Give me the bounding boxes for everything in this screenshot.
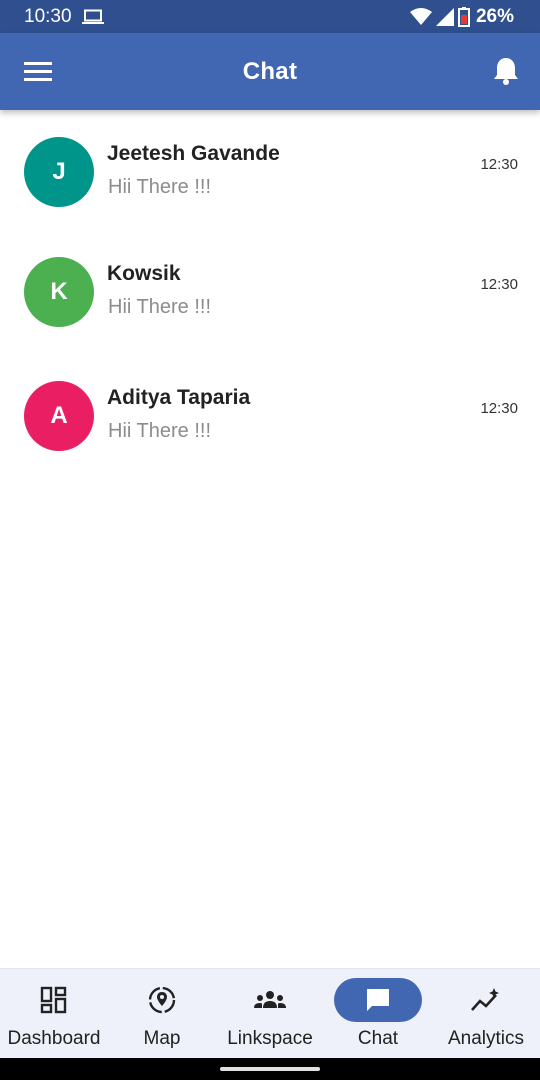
chat-name: Kowsik xyxy=(107,262,181,285)
avatar-initial: A xyxy=(50,402,68,429)
chat-time: 12:30 xyxy=(480,276,518,293)
nav-label: Dashboard xyxy=(7,1028,101,1049)
system-gesture-bar xyxy=(0,1058,540,1080)
page-title: Chat xyxy=(242,57,298,85)
signal-icon xyxy=(435,7,454,26)
bottom-navigation: Dashboard Map Linkspace Chat Analytics xyxy=(0,968,540,1058)
avatar: K xyxy=(24,257,94,327)
dashboard-icon xyxy=(40,986,67,1014)
nav-label: Linkspace xyxy=(227,1028,313,1049)
chat-name: Jeetesh Gavande xyxy=(107,142,280,165)
chat-time: 12:30 xyxy=(480,400,518,417)
chat-icon xyxy=(367,989,389,1011)
nav-analytics[interactable]: Analytics xyxy=(432,969,540,1059)
nav-icon-container xyxy=(118,978,206,1022)
nav-icon-container xyxy=(10,978,98,1022)
app-bar: Chat xyxy=(0,33,540,110)
menu-icon[interactable] xyxy=(24,59,52,85)
chat-preview: Hii There !!! xyxy=(108,420,211,442)
map-pin-icon xyxy=(148,986,176,1014)
nav-icon-container xyxy=(334,978,422,1022)
nav-map[interactable]: Map xyxy=(108,969,216,1059)
nav-linkspace[interactable]: Linkspace xyxy=(216,969,324,1059)
avatar-initial: K xyxy=(50,278,68,305)
group-icon xyxy=(254,991,286,1008)
nav-icon-container xyxy=(226,978,314,1022)
nav-label: Chat xyxy=(357,1028,399,1049)
chat-item-kowsik[interactable]: K Kowsik Hii There !!! 12:30 xyxy=(0,230,540,350)
nav-label: Map xyxy=(143,1028,181,1049)
analytics-icon xyxy=(471,988,499,1011)
chat-preview: Hii There !!! xyxy=(108,176,211,198)
bell-icon[interactable] xyxy=(492,56,520,86)
status-bar: 10:30 26% xyxy=(0,0,540,33)
laptop-icon xyxy=(81,9,104,24)
avatar-initial: J xyxy=(52,158,66,185)
battery-icon xyxy=(457,6,470,27)
status-time: 10:30 xyxy=(24,5,72,27)
avatar: A xyxy=(24,381,94,451)
nav-icon-container xyxy=(442,978,530,1022)
status-right: 26% xyxy=(409,5,514,28)
wifi-icon xyxy=(409,7,432,25)
chat-name: Aditya Taparia xyxy=(107,386,251,409)
battery-percent: 26% xyxy=(475,5,514,27)
chat-item-aditya[interactable]: A Aditya Taparia Hii There !!! 12:30 xyxy=(0,350,540,474)
nav-dashboard[interactable]: Dashboard xyxy=(0,969,108,1059)
nav-label: Analytics xyxy=(447,1028,525,1049)
status-left: 10:30 xyxy=(24,6,104,28)
chat-list: J Jeetesh Gavande Hii There !!! 12:30 K … xyxy=(0,110,540,474)
chat-time: 12:30 xyxy=(480,156,518,173)
home-gesture-handle[interactable] xyxy=(220,1067,320,1071)
chat-item-jeetesh[interactable]: J Jeetesh Gavande Hii There !!! 12:30 xyxy=(0,110,540,230)
nav-chat[interactable]: Chat xyxy=(324,969,432,1059)
chat-preview: Hii There !!! xyxy=(108,296,211,318)
avatar: J xyxy=(24,137,94,207)
